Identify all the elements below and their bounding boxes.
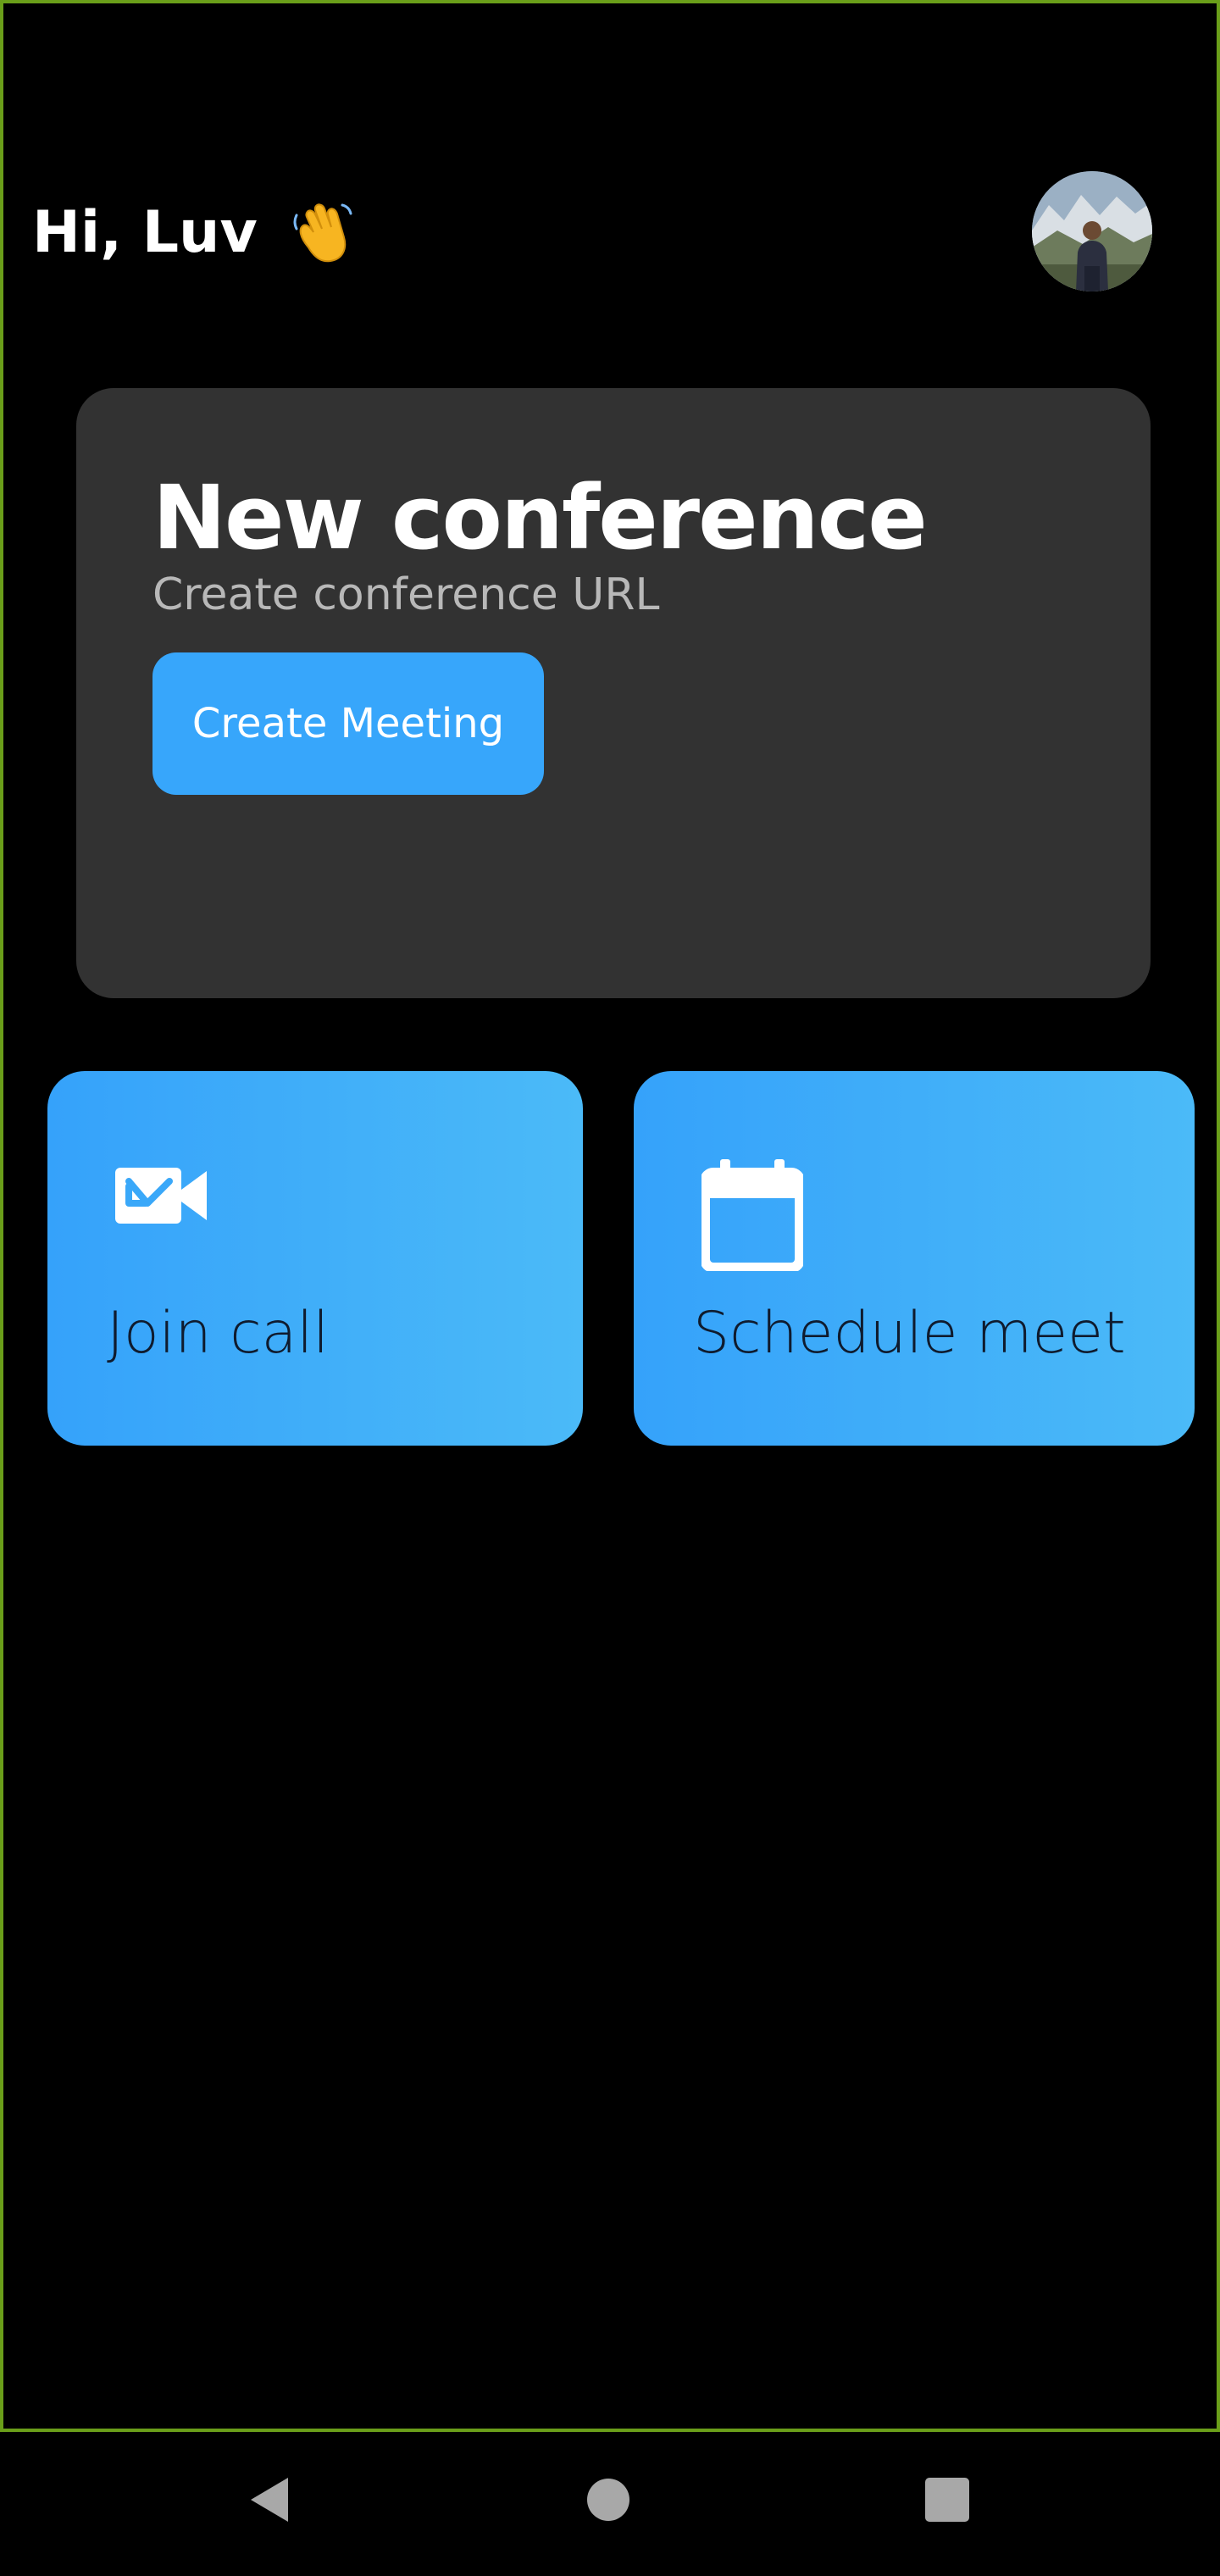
video-call-icon: [115, 1164, 208, 1231]
schedule-meet-tile[interactable]: Schedule meet: [634, 1071, 1195, 1446]
join-call-tile[interactable]: Join call: [47, 1071, 583, 1446]
schedule-meet-label: Schedule meet: [693, 1300, 1126, 1367]
waving-hand-icon: [290, 198, 358, 266]
app-screen: Hi, Luv New conference Create conference…: [0, 0, 1220, 2576]
create-meeting-button[interactable]: Create Meeting: [152, 652, 544, 795]
app-content: Hi, Luv New conference Create conference…: [0, 0, 1220, 2432]
conference-title: New conference: [152, 466, 928, 569]
home-icon[interactable]: [574, 2466, 642, 2534]
conference-subtitle: Create conference URL: [152, 569, 660, 620]
profile-avatar[interactable]: [1032, 171, 1152, 291]
join-call-label: Join call: [107, 1300, 330, 1367]
greeting-text: Hi, Luv: [32, 198, 258, 266]
back-icon[interactable]: [236, 2466, 303, 2534]
greeting-header: Hi, Luv: [32, 197, 358, 268]
system-navigation-bar: [0, 2432, 1220, 2576]
new-conference-card: New conference Create conference URL Cre…: [76, 388, 1151, 998]
recents-icon[interactable]: [913, 2466, 981, 2534]
calendar-icon: [700, 1159, 805, 1275]
